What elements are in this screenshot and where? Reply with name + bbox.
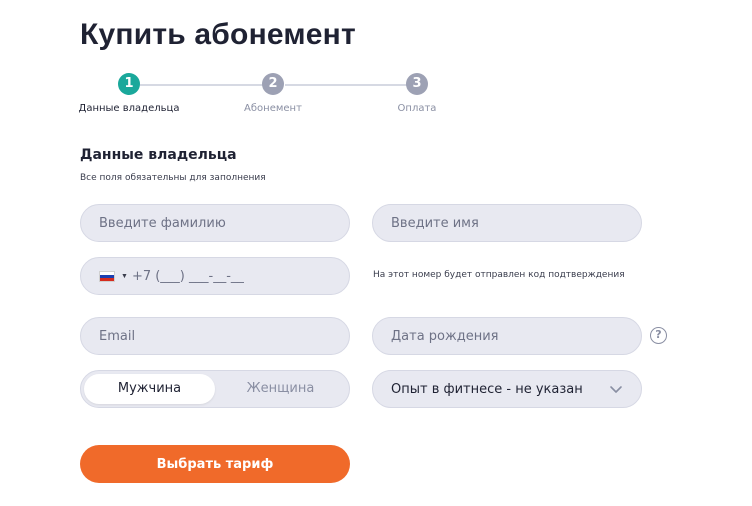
birthdate-input[interactable] — [373, 318, 641, 354]
fitness-level-select[interactable]: Опыт в фитнесе - не указан — [372, 370, 642, 408]
fitness-level-value: Опыт в фитнесе - не указан — [391, 381, 583, 397]
step-number: 1 — [118, 73, 140, 95]
phone-input[interactable]: +7 (___) ___-__-__ — [132, 269, 244, 284]
step-number: 3 — [406, 73, 428, 95]
choose-tariff-button[interactable]: Выбрать тариф — [80, 445, 350, 483]
russia-flag-icon[interactable] — [99, 270, 115, 282]
phone-hint: На этот номер будет отправлен код подтве… — [373, 270, 625, 280]
section-title: Данные владельца — [80, 147, 237, 163]
country-dropdown-caret-icon[interactable]: ▼ — [121, 273, 128, 280]
phone-field[interactable]: ▼ +7 (___) ___-__-__ — [80, 257, 350, 295]
email-input[interactable] — [81, 318, 349, 354]
step-number: 2 — [262, 73, 284, 95]
help-icon[interactable]: ? — [650, 327, 667, 344]
step-owner-data[interactable]: 1 Данные владельца — [69, 73, 189, 114]
gender-toggle[interactable]: Мужчина Женщина — [80, 370, 350, 408]
section-subtitle: Все поля обязательны для заполнения — [80, 173, 266, 183]
step-payment[interactable]: 3 Оплата — [357, 73, 477, 114]
gender-option-female[interactable]: Женщина — [215, 374, 346, 404]
step-label: Абонемент — [244, 103, 302, 114]
last-name-input[interactable] — [81, 205, 349, 241]
first-name-field[interactable] — [372, 204, 642, 242]
stepper: 1 Данные владельца 2 Абонемент 3 Оплата — [79, 73, 460, 118]
page-title: Купить абонемент — [80, 18, 356, 51]
chevron-down-icon — [610, 386, 622, 393]
birthdate-field[interactable] — [372, 317, 642, 355]
last-name-field[interactable] — [80, 204, 350, 242]
step-label: Оплата — [397, 103, 437, 114]
gender-option-male[interactable]: Мужчина — [84, 374, 215, 404]
step-subscription[interactable]: 2 Абонемент — [213, 73, 333, 114]
step-label: Данные владельца — [78, 103, 180, 114]
email-field[interactable] — [80, 317, 350, 355]
first-name-input[interactable] — [373, 205, 641, 241]
